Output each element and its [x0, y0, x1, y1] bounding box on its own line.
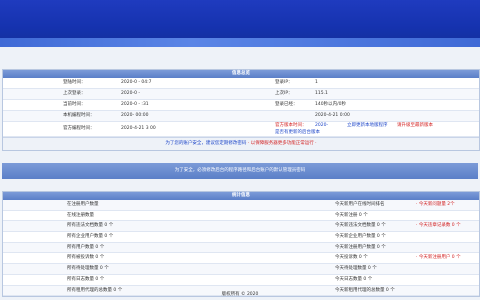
- stats-title: 统计信息: [3, 192, 479, 200]
- online-value: 140秒以内/0秒: [315, 102, 346, 107]
- stats-left-label: 所有待处理数量 0 个: [67, 266, 109, 272]
- stats-right-label: 今天新企业用户数量 0 个: [335, 234, 386, 240]
- security-banner: 为了安全，必须修改后台的程序路径和后台账户的默认管理员密码: [2, 163, 478, 179]
- stats-right-label: 今天投诉数 0 个: [335, 255, 368, 261]
- footer: 版权所有 © 2020: [221, 292, 259, 297]
- stats-right-label: 今天待处理数量 0 个: [335, 266, 377, 272]
- stats-left-label: 在线注册数量: [67, 212, 94, 218]
- stats-left-label: 所有违法文档数量 0 个: [67, 223, 114, 229]
- stats-left-label: 所有用户数量 0 个: [67, 244, 105, 250]
- stats-extra: · 今天新注册用户 0 个: [416, 255, 461, 261]
- current-time-value: 2020-0 - :31: [121, 102, 149, 107]
- stats-extra: · 今天违章记录数 0 个: [416, 223, 461, 229]
- update-hint: 是否有更新的后台版本: [275, 130, 320, 135]
- stats-right-label: 今天新用户在线时间排名: [335, 202, 385, 207]
- notice-left: 为了您的账户安全，建议您定期修改密码: [165, 141, 247, 146]
- login-time-value: 2020-0 - 04:7: [121, 80, 152, 85]
- info-row: 官方编程时间： 2020-4-21 3 00 官方版本时间： 2020- 立即更新…: [3, 122, 479, 137]
- stats-right-label: 今天新注册用户数量 0 个: [335, 244, 386, 250]
- stats-row: 所有日志数量 0 个 今天日志数量 0 个: [3, 275, 479, 286]
- stats-panel: 统计信息 在注册用户数量 今天新用户在线时间排名 · 今天新问题量 2个在线注册数量…: [2, 191, 480, 298]
- security-notice: 为了您的账户安全，建议您定期修改密码 · 以保障服务器更多功能正常运行 ·: [3, 137, 479, 150]
- system-info-panel: 信息总览 登陆时间： 2020-0 - 04:7 登录IP： 1 上次登录： 2020…: [2, 69, 480, 151]
- info-row: 当前时间： 2020-0 - :31 登录已经： 140秒以内/0秒: [3, 100, 479, 111]
- local-build-value: 2020- 00:00: [121, 113, 149, 118]
- stats-right-label: 今天新注册 0 个: [335, 212, 368, 218]
- stats-rows: 在注册用户数量 今天新用户在线时间排名 · 今天新问题量 2个 在线注册数量 今天新注册…: [3, 200, 479, 297]
- stats-right-label: 今天日志数量 0 个: [335, 276, 373, 282]
- stats-extra: · 今天新问题量 2个: [416, 202, 455, 207]
- info-row: 登陆时间： 2020-0 - 04:7 登录IP： 1: [3, 78, 479, 89]
- stats-right-label: 今天新违法文档数量 0 个: [335, 223, 386, 229]
- login-time-label: 登陆时间：: [63, 80, 86, 85]
- local-version-value: 2020-4-21 0:00: [315, 113, 350, 118]
- info-row: 上次登录： 2020-0 - 上次IP： 115.1: [3, 89, 479, 100]
- stats-row: 在线注册数量 今天新注册 0 个: [3, 211, 479, 222]
- update-link[interactable]: 立即更新本地版程序: [347, 122, 388, 129]
- stats-left-label: 所有日志数量 0 个: [67, 276, 105, 282]
- official-build-value: 2020-4-21 3 00: [121, 126, 156, 131]
- stats-row: 所有被投诉数 0 个 今天投诉数 0 个 · 今天新注册用户 0 个: [3, 253, 479, 265]
- last-ip-label: 上次IP：: [275, 91, 293, 96]
- upgrade-link[interactable]: 请升级至最新版本: [397, 122, 433, 129]
- system-info-title: 信息总览: [3, 70, 479, 78]
- login-ip-value: 1: [315, 80, 318, 85]
- local-build-label: 本机编程时间：: [63, 113, 95, 118]
- last-login-label: 上次登录：: [63, 91, 86, 96]
- online-label: 登录已经：: [275, 102, 298, 107]
- last-login-value: 2020-0 -: [121, 91, 140, 96]
- current-time-label: 当前时间：: [63, 102, 86, 107]
- official-version-label: 官方版本时间：: [275, 123, 307, 128]
- stats-row: 在注册用户数量 今天新用户在线时间排名 · 今天新问题量 2个: [3, 200, 479, 211]
- header-stripe: [0, 38, 480, 47]
- stats-row: 所有违法文档数量 0 个 今天新违法文档数量 0 个 · 今天违章记录数 0 个: [3, 221, 479, 233]
- stats-row: 所有用户数量 0 个 今天新注册用户数量 0 个: [3, 242, 479, 254]
- stats-left-label: 所有企业用户数量 0 个: [67, 234, 114, 240]
- notice-right: · 以保障服务器更多功能正常运行 ·: [247, 141, 317, 146]
- stats-row: 所有企业用户数量 0 个 今天新企业用户数量 0 个: [3, 232, 479, 243]
- stats-row: 所有待处理数量 0 个 今天待处理数量 0 个: [3, 264, 479, 275]
- stats-left-label: 在注册用户数量: [67, 202, 99, 207]
- official-build-label: 官方编程时间：: [63, 126, 95, 131]
- official-version-value: 2020-: [315, 123, 329, 128]
- top-header-bar: [0, 0, 480, 47]
- stats-left-label: 所有被投诉数 0 个: [67, 255, 105, 261]
- login-ip-label: 登录IP：: [275, 80, 293, 85]
- info-row: 本机编程时间： 2020- 00:00 2020-4-21 0:00: [3, 111, 479, 122]
- last-ip-value: 115.1: [315, 91, 328, 96]
- system-info-rows: 登陆时间： 2020-0 - 04:7 登录IP： 1 上次登录： 2020-0 - …: [3, 78, 479, 137]
